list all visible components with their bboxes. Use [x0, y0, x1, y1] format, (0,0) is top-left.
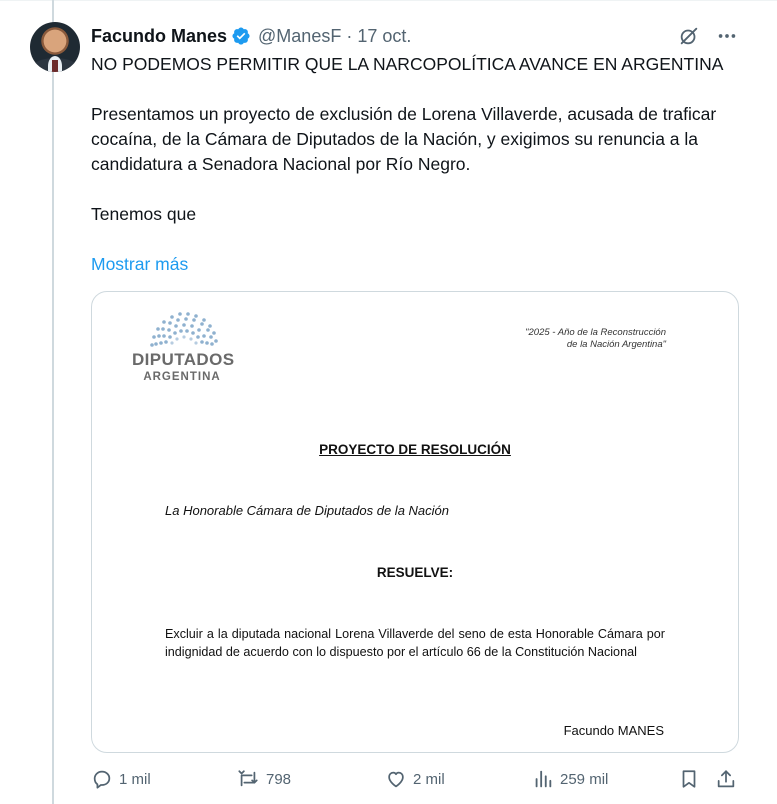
- repost-count: 798: [266, 770, 292, 788]
- heart-icon: [388, 771, 404, 788]
- header-separator: ·: [346, 25, 353, 46]
- verified-badge-icon[interactable]: [231, 26, 251, 46]
- tweet-text-truncated: Tenemos que: [91, 204, 197, 224]
- avatar[interactable]: [30, 22, 80, 72]
- avatar-tie: [52, 60, 58, 72]
- like-count: 2 mil: [413, 770, 445, 788]
- share-icon: [717, 770, 735, 788]
- attached-document-image[interactable]: DIPUTADOS ARGENTINA "2025 - Año de la Re…: [91, 291, 739, 753]
- tweet-header: Facundo Manes @ManesF · 17 oct.: [91, 24, 411, 48]
- document-signature: Facundo MANES: [563, 723, 664, 738]
- year-motto-line-1: "2025 - Año de la Reconstrucción: [525, 327, 666, 338]
- like-button[interactable]: 2 mil: [385, 768, 445, 790]
- author-handle[interactable]: @ManesF: [258, 26, 341, 47]
- share-button[interactable]: [715, 768, 737, 790]
- tweet-actions: 1 mil 798 2 mil 259 mil: [91, 768, 741, 794]
- document-title: PROYECTO DE RESOLUCIÓN: [319, 442, 511, 457]
- document-chamber: La Honorable Cámara de Diputados de la N…: [165, 503, 450, 518]
- show-more-link[interactable]: Mostrar más: [91, 252, 188, 277]
- views-button[interactable]: 259 mil: [532, 768, 608, 790]
- views-count: 259 mil: [560, 770, 609, 788]
- document-body: Excluir a la diputada nacional Lorena Vi…: [165, 627, 665, 659]
- header-actions: [677, 24, 739, 48]
- document-resuelve: RESUELVE:: [376, 565, 454, 580]
- logo-title: DIPUTADOS: [132, 350, 235, 369]
- reply-button[interactable]: 1 mil: [91, 768, 151, 790]
- tweet-text-body: Presentamos un proyecto de exclusión de …: [91, 104, 717, 174]
- document-year-motto: "2025 - Año de la Reconstrucción de la N…: [466, 327, 666, 351]
- views-icon: [535, 770, 552, 788]
- bookmark-button[interactable]: [678, 768, 700, 790]
- more-icon[interactable]: [715, 24, 739, 48]
- tweet-text-headline: NO PODEMOS PERMITIR QUE LA NARCOPOLÍTICA…: [91, 54, 724, 74]
- tweet-date[interactable]: 17 oct.: [357, 26, 411, 47]
- tweet-text: NO PODEMOS PERMITIR QUE LA NARCOPOLÍTICA…: [91, 52, 731, 227]
- top-divider: [0, 0, 777, 1]
- logo-subtitle: ARGENTINA: [143, 371, 221, 383]
- grok-icon[interactable]: [677, 24, 701, 48]
- thread-line: [52, 0, 54, 804]
- reply-count: 1 mil: [119, 770, 151, 788]
- repost-button[interactable]: 798: [236, 768, 291, 790]
- bookmark-icon: [682, 770, 696, 788]
- reply-icon: [93, 770, 111, 789]
- repost-icon: [238, 770, 258, 787]
- year-motto-line-2: de la Nación Argentina": [566, 339, 666, 350]
- author-name[interactable]: Facundo Manes: [91, 26, 227, 47]
